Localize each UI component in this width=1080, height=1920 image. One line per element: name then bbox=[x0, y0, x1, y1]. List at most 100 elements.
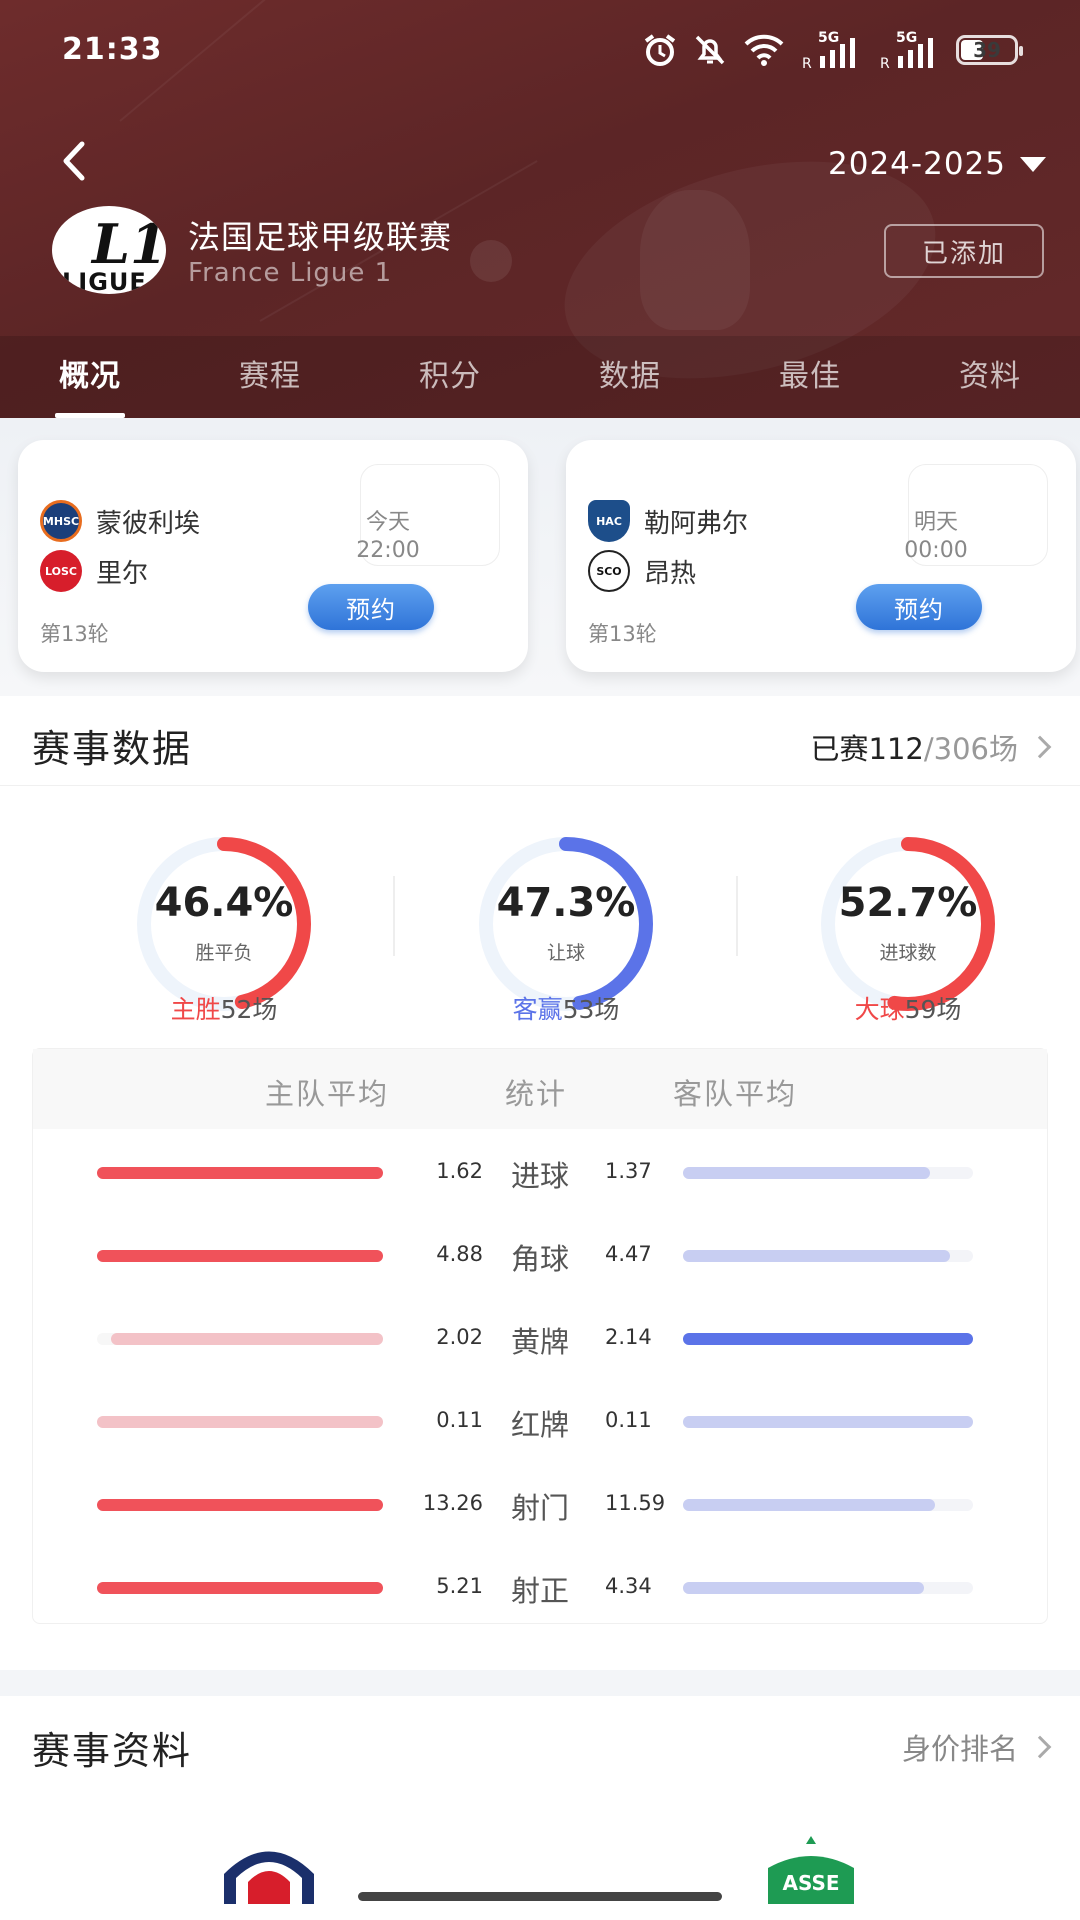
league-logo: L1 LIGUE 1 bbox=[52, 206, 166, 294]
home-indicator[interactable] bbox=[358, 1892, 722, 1901]
stat-row: 0.11 红牌 0.11 bbox=[33, 1400, 1047, 1442]
home-value: 2.02 bbox=[436, 1325, 483, 1349]
stat-row: 2.02 黄牌 2.14 bbox=[33, 1317, 1047, 1359]
league-stats-section: 赛事数据 已赛112/306场 46.4% 胜平负 主胜52场 47.3% 让球… bbox=[0, 696, 1080, 1670]
home-bar-track bbox=[97, 1250, 383, 1262]
match-round: 第13轮 bbox=[40, 622, 109, 646]
ring-label: 让球 bbox=[546, 942, 585, 964]
average-stats-table: 主队平均 统计 客队平均 1.62 进球 1.37 4.88 角球 4.47 2.02 黄牌 2… bbox=[32, 1048, 1048, 1624]
league-logo-text: LIGUE 1 bbox=[62, 268, 147, 294]
match-time: 00:00 bbox=[904, 538, 968, 563]
away-value: 2.14 bbox=[605, 1325, 652, 1349]
goals-count-ring: 52.7% 进球数 bbox=[818, 834, 998, 1014]
win-draw-loss-ring: 46.4% 胜平负 bbox=[134, 834, 314, 1014]
ring-caption: 大球59场 bbox=[854, 995, 962, 1024]
stat-header: 统计 bbox=[505, 1077, 568, 1111]
tab-best[interactable]: 最佳 bbox=[720, 336, 900, 418]
book-button[interactable]: 预约 bbox=[856, 584, 982, 630]
stat-name: 射正 bbox=[510, 1574, 569, 1608]
header-decoration-ball bbox=[470, 240, 512, 282]
home-bar bbox=[97, 1499, 383, 1511]
home-team-name: 蒙彼利埃 bbox=[96, 508, 201, 539]
away-bar bbox=[683, 1167, 930, 1179]
lille-club-logo[interactable] bbox=[214, 1834, 324, 1904]
match-card[interactable]: HAC 勒阿弗尔 SCO 昂热 明天 00:00 第13轮 预约 bbox=[566, 440, 1076, 672]
match-day: 今天 bbox=[365, 510, 410, 535]
svg-text:5G: 5G bbox=[818, 30, 839, 46]
status-bar: 21:33 R 5G R 5G 39 bbox=[0, 0, 1080, 100]
league-logo-mark: L1 bbox=[92, 212, 166, 276]
tab-bar: 概况 赛程 积分 数据 最佳 资料 bbox=[0, 336, 1080, 418]
mute-bell-icon bbox=[695, 35, 725, 65]
montpellier-badge-icon: MHSC bbox=[40, 500, 82, 542]
stat-name: 黄牌 bbox=[510, 1325, 569, 1359]
home-bar-track bbox=[97, 1167, 383, 1179]
stat-row: 13.26 射门 11.59 bbox=[33, 1483, 1047, 1525]
battery-icon: 39 bbox=[956, 35, 1023, 65]
league-info-section: 赛事资料 身价排名 ASSE bbox=[0, 1696, 1080, 1920]
away-team: LOSC 里尔 bbox=[40, 550, 148, 592]
home-value: 4.88 bbox=[436, 1242, 483, 1266]
away-bar bbox=[683, 1499, 936, 1511]
match-card[interactable]: MHSC 蒙彼利埃 LOSC 里尔 今天 22:00 第13轮 预约 bbox=[18, 440, 528, 672]
away-team-name: 里尔 bbox=[96, 558, 149, 589]
stats-header: 赛事数据 已赛112/306场 bbox=[0, 696, 1080, 786]
match-day: 明天 bbox=[913, 510, 958, 535]
stat-row: 4.88 角球 4.47 bbox=[33, 1234, 1047, 1276]
stat-name: 射门 bbox=[510, 1491, 569, 1525]
divider bbox=[393, 876, 395, 956]
handicap-ring: 47.3% 让球 bbox=[476, 834, 656, 1014]
ring-percent: 46.4% bbox=[154, 880, 294, 926]
league-name-en: France Ligue 1 bbox=[188, 258, 393, 288]
tab-standings[interactable]: 积分 bbox=[360, 336, 540, 418]
back-arrow-icon bbox=[63, 141, 85, 181]
home-avg-header: 主队平均 bbox=[265, 1077, 390, 1111]
league-header: 21:33 R 5G R 5G 39 2024-2025 L1 LIGUE 1 法国… bbox=[0, 0, 1080, 418]
divider bbox=[736, 876, 738, 956]
stat-name: 进球 bbox=[510, 1159, 569, 1193]
tab-data[interactable]: 数据 bbox=[540, 336, 720, 418]
played-label: 已赛 bbox=[810, 732, 869, 766]
away-bar-track bbox=[683, 1167, 973, 1179]
home-value: 1.62 bbox=[436, 1159, 483, 1183]
dropdown-triangle-icon bbox=[1020, 156, 1046, 172]
alarm-icon bbox=[644, 34, 676, 66]
played-count-link[interactable]: 已赛112/306场 bbox=[810, 726, 1052, 768]
stats-title: 赛事数据 bbox=[32, 727, 193, 771]
tab-overview[interactable]: 概况 bbox=[0, 336, 180, 418]
away-bar bbox=[683, 1416, 973, 1428]
home-bar-track bbox=[97, 1582, 383, 1594]
away-team-name: 昂热 bbox=[644, 558, 697, 589]
saint-etienne-club-logo[interactable]: ASSE bbox=[756, 1834, 866, 1904]
away-bar bbox=[683, 1333, 973, 1345]
ring-percent: 52.7% bbox=[838, 880, 978, 926]
season-selector[interactable]: 2024-2025 bbox=[828, 146, 1046, 182]
table-header: 主队平均 统计 客队平均 bbox=[33, 1049, 1047, 1129]
home-value: 13.26 bbox=[422, 1491, 483, 1515]
back-button[interactable] bbox=[52, 136, 102, 186]
away-bar-track bbox=[683, 1582, 973, 1594]
home-team: MHSC 蒙彼利埃 bbox=[40, 500, 200, 542]
added-follow-button[interactable]: 已添加 bbox=[884, 224, 1044, 278]
link-label: 身价排名 bbox=[901, 1732, 1018, 1766]
match-round: 第13轮 bbox=[588, 622, 657, 646]
angers-badge-icon: SCO bbox=[588, 550, 630, 592]
info-title: 赛事资料 bbox=[32, 1729, 193, 1773]
le-havre-badge-icon: HAC bbox=[588, 500, 630, 542]
away-bar bbox=[683, 1250, 950, 1262]
tab-info[interactable]: 资料 bbox=[900, 336, 1080, 418]
away-bar-track bbox=[683, 1333, 973, 1345]
tab-schedule[interactable]: 赛程 bbox=[180, 336, 360, 418]
book-button[interactable]: 预约 bbox=[308, 584, 434, 630]
wifi-icon bbox=[744, 34, 784, 66]
home-team-name: 勒阿弗尔 bbox=[644, 508, 749, 539]
stat-name: 红牌 bbox=[510, 1408, 569, 1442]
season-label: 2024-2025 bbox=[828, 146, 1006, 182]
home-bar bbox=[97, 1167, 383, 1179]
chevron-right-icon bbox=[1028, 1735, 1052, 1759]
header-decoration-player bbox=[640, 190, 750, 330]
market-value-ranking-link[interactable]: 身价排名 bbox=[901, 1726, 1052, 1768]
home-bar-track bbox=[97, 1499, 383, 1511]
lille-badge-icon: LOSC bbox=[40, 550, 82, 592]
stat-name: 角球 bbox=[510, 1242, 569, 1276]
